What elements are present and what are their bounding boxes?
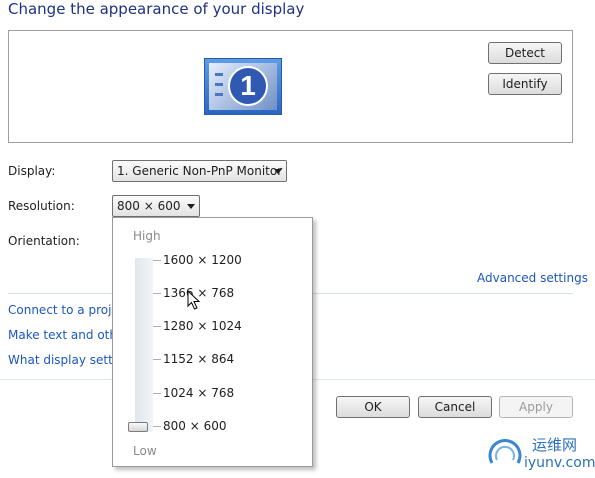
- resolution-select[interactable]: 800 × 600: [112, 195, 200, 217]
- cancel-button[interactable]: Cancel: [418, 396, 492, 418]
- resolution-select-value: 800 × 600: [117, 199, 181, 213]
- slider-tick: [153, 260, 161, 261]
- slider-tick: [153, 293, 161, 294]
- screen-window-bar: [215, 93, 223, 96]
- resolution-option-selected[interactable]: 800 × 600: [163, 419, 227, 433]
- resolution-slider-thumb[interactable]: [128, 422, 148, 432]
- chevron-down-icon: [274, 169, 282, 174]
- slider-tick: [153, 426, 161, 427]
- resolution-option[interactable]: 1600 × 1200: [163, 253, 242, 267]
- page-title: Change the appearance of your display: [8, 0, 305, 18]
- slider-low-label: Low: [133, 444, 157, 458]
- resolution-slider-track[interactable]: [135, 258, 153, 432]
- display-label: Display:: [8, 164, 56, 178]
- apply-button: Apply: [499, 396, 573, 418]
- orientation-label: Orientation:: [8, 234, 80, 248]
- ok-button[interactable]: OK: [336, 396, 410, 418]
- display-select[interactable]: 1. Generic Non-PnP Monitor: [112, 160, 287, 182]
- slider-tick: [153, 359, 161, 360]
- mouse-cursor-icon: [187, 290, 201, 310]
- screen-window-bar: [215, 83, 223, 86]
- resolution-option[interactable]: 1024 × 768: [163, 386, 234, 400]
- screen-window-bar: [215, 73, 223, 76]
- monitor-number-badge: 1: [228, 66, 268, 106]
- watermark-logo-icon: [488, 439, 522, 464]
- advanced-settings-link[interactable]: Advanced settings: [477, 271, 588, 285]
- resolution-option[interactable]: 1152 × 864: [163, 352, 234, 366]
- slider-tick: [153, 326, 161, 327]
- chevron-down-icon: [187, 204, 195, 209]
- connect-projector-link[interactable]: Connect to a projec: [8, 303, 125, 317]
- monitor-1-icon[interactable]: 1: [204, 58, 282, 115]
- detect-button[interactable]: Detect: [488, 42, 562, 64]
- slider-tick: [153, 393, 161, 394]
- resolution-slider-popup: High 1600 × 1200 1366 × 768 1280 × 1024 …: [112, 217, 313, 467]
- slider-high-label: High: [133, 229, 161, 243]
- identify-button[interactable]: Identify: [488, 73, 562, 95]
- resolution-label: Resolution:: [8, 199, 75, 213]
- display-select-value: 1. Generic Non-PnP Monitor: [117, 164, 283, 178]
- watermark-text: 运维网: [532, 436, 578, 454]
- monitor-screen: 1: [209, 63, 277, 110]
- watermark-url: iyunv.com: [524, 455, 595, 471]
- resolution-option[interactable]: 1280 × 1024: [163, 319, 242, 333]
